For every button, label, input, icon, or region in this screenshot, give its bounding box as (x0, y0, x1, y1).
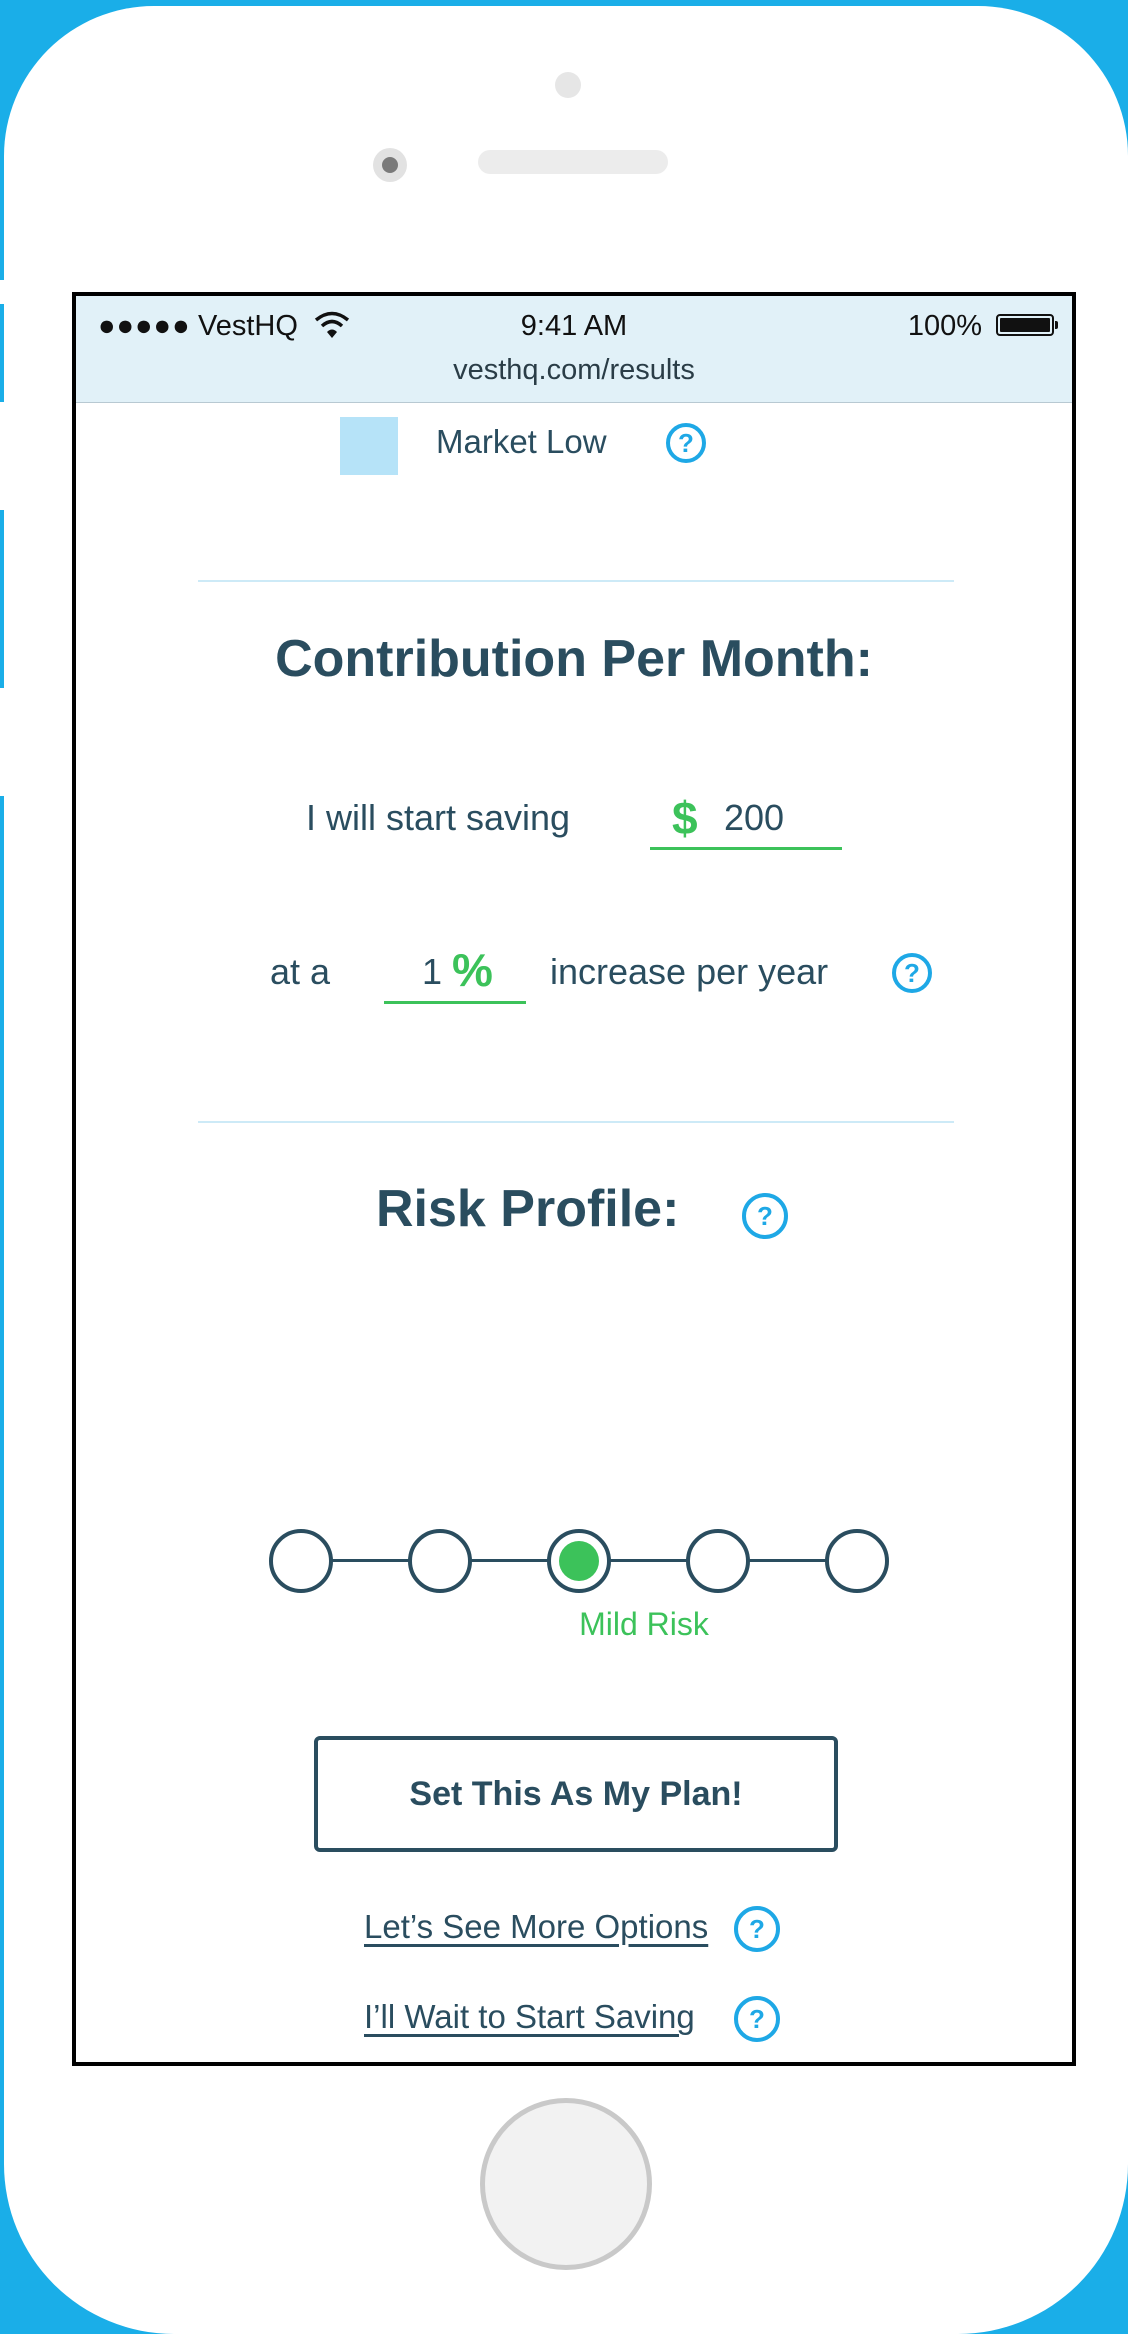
phone-frame: ●●●●● VestHQ 9:41 AM 100% vesthq.com/res… (0, 6, 1128, 2334)
more-options-help-icon[interactable]: ? (734, 1906, 780, 1952)
monthly-amount-value: 200 (724, 797, 785, 838)
risk-profile-title: Risk Profile: (376, 1180, 680, 1238)
mute-switch (0, 280, 4, 304)
annual-increase-input[interactable]: 1 % (384, 935, 526, 1007)
risk-level-4[interactable] (686, 1529, 750, 1593)
screen: ●●●●● VestHQ 9:41 AM 100% vesthq.com/res… (72, 292, 1076, 2066)
volume-down-button (0, 688, 4, 796)
risk-help-icon[interactable]: ? (742, 1193, 788, 1239)
market-low-help-icon[interactable]: ? (666, 423, 706, 463)
monthly-amount-input[interactable]: $ 200 (650, 783, 842, 853)
address-bar-url[interactable]: vesthq.com/results (76, 354, 1072, 387)
rate-prefix-label: at a (270, 951, 331, 992)
more-options-link[interactable]: Let’s See More Options (364, 1908, 708, 1946)
risk-level-3-selected[interactable] (547, 1529, 611, 1593)
home-button[interactable] (480, 2098, 652, 2270)
rate-suffix-label: increase per year (550, 951, 829, 992)
battery-percentage: 100% (907, 310, 982, 342)
proximity-sensor (555, 72, 581, 98)
percent-icon: % (452, 944, 493, 996)
dollar-sign-icon: $ (672, 792, 698, 844)
risk-level-1[interactable] (269, 1529, 333, 1593)
section-divider (198, 1121, 954, 1123)
market-low-label: Market Low (436, 423, 607, 460)
risk-level-label: Mild Risk (579, 1606, 709, 1642)
set-plan-button[interactable]: Set This As My Plan! (314, 1736, 838, 1852)
volume-up-button (0, 402, 4, 510)
section-divider (198, 580, 954, 582)
browser-status-bar: ●●●●● VestHQ 9:41 AM 100% vesthq.com/res… (76, 296, 1072, 403)
wait-to-save-link[interactable]: I’ll Wait to Start Saving (364, 1998, 695, 2036)
start-saving-label: I will start saving (306, 797, 571, 838)
battery-icon (996, 314, 1058, 336)
market-low-swatch (340, 417, 398, 475)
contribution-title: Contribution Per Month: (275, 630, 873, 688)
risk-level-2[interactable] (408, 1529, 472, 1593)
earpiece-speaker (478, 150, 668, 174)
annual-increase-value: 1 (422, 951, 443, 992)
risk-level-5[interactable] (825, 1529, 889, 1593)
wait-help-icon[interactable]: ? (734, 1996, 780, 2042)
rate-help-icon[interactable]: ? (892, 953, 932, 993)
front-camera (373, 148, 407, 182)
amount-underline (650, 847, 842, 850)
rate-underline (384, 1001, 526, 1004)
